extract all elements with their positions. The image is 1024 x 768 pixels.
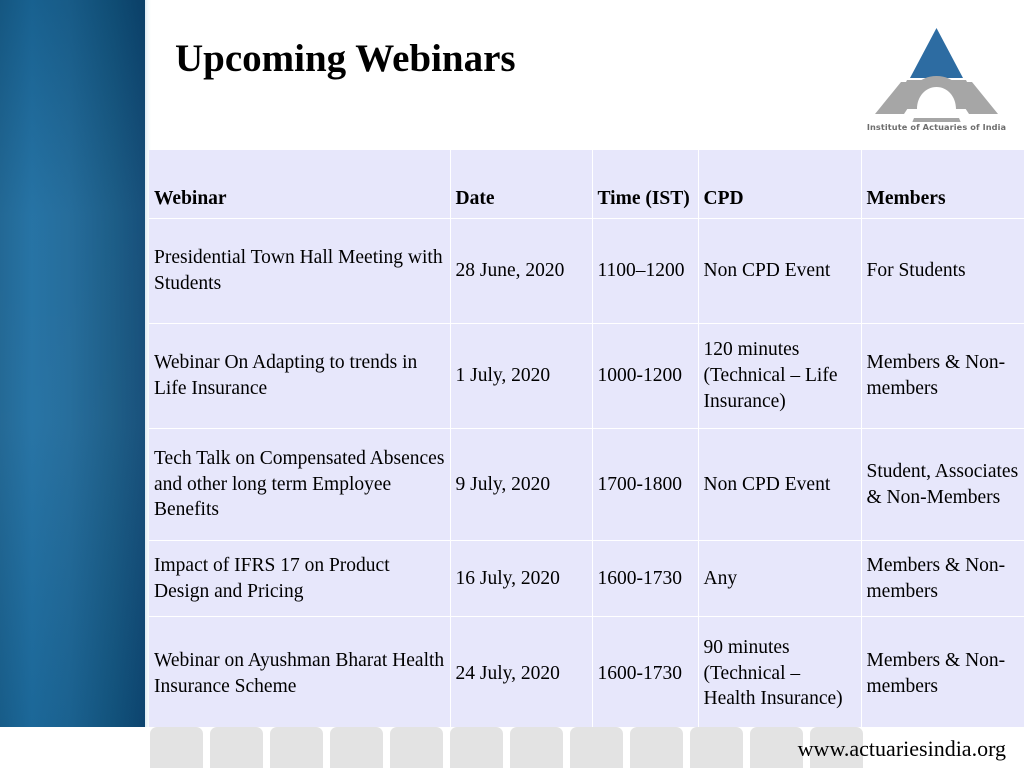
footer-block [330,727,383,768]
cell-date: 16 July, 2020 [450,540,593,617]
cell-date: 24 July, 2020 [450,616,593,731]
footer-block [630,727,683,768]
footer-decorative-blocks [150,727,863,768]
footer-block [450,727,503,768]
cell-webinar: Webinar on Ayushman Bharat Health Insura… [149,616,451,731]
footer-block [510,727,563,768]
column-header-date: Date [450,150,593,219]
table-row: Webinar On Adapting to trends in Life In… [149,323,1024,429]
cell-webinar: Tech Talk on Compensated Absences and ot… [149,428,451,541]
cell-time: 1100–1200 [592,218,699,324]
cell-date: 28 June, 2020 [450,218,593,324]
cell-time: 1600-1730 [592,616,699,731]
cell-cpd: 90 minutes (Technical – Health Insurance… [698,616,862,731]
footer-block [210,727,263,768]
cell-members: Members & Non-members [861,616,1024,731]
footer-block [390,727,443,768]
website-url[interactable]: www.actuariesindia.org [798,736,1006,762]
footer-block [270,727,323,768]
organization-logo: Institute of Actuaries of India [859,14,1014,142]
column-header-members: Members [861,150,1024,219]
slide-canvas: Upcoming Webinars Institute of Actuaries… [0,0,1024,768]
cell-cpd: Non CPD Event [698,428,862,541]
table-row: Presidential Town Hall Meeting with Stud… [149,218,1024,324]
cell-date: 9 July, 2020 [450,428,593,541]
column-header-webinar: Webinar [149,150,451,219]
column-header-time: Time (IST) [592,150,699,219]
cell-webinar: Impact of IFRS 17 on Product Design and … [149,540,451,617]
cell-members: For Students [861,218,1024,324]
table-header-row: Webinar Date Time (IST) CPD Members [149,150,1024,219]
cell-time: 1600-1730 [592,540,699,617]
column-header-cpd: CPD [698,150,862,219]
cell-cpd: Non CPD Event [698,218,862,324]
table-row: Webinar on Ayushman Bharat Health Insura… [149,616,1024,731]
cell-members: Members & Non-members [861,323,1024,429]
cell-members: Members & Non-members [861,540,1024,617]
cell-webinar: Presidential Town Hall Meeting with Stud… [149,218,451,324]
cell-date: 1 July, 2020 [450,323,593,429]
cell-members: Student, Associates & Non-Members [861,428,1024,541]
page-title: Upcoming Webinars [175,37,516,80]
footer-block [150,727,203,768]
cell-time: 1700-1800 [592,428,699,541]
cell-webinar: Webinar On Adapting to trends in Life In… [149,323,451,429]
logo-caption: Institute of Actuaries of India [866,122,1007,132]
table-row: Tech Talk on Compensated Absences and ot… [149,428,1024,541]
iai-triangle-logo-icon [859,14,1014,142]
slide-footer: www.actuariesindia.org [0,727,1024,768]
slide-header: Upcoming Webinars Institute of Actuaries… [151,0,1024,150]
cell-time: 1000-1200 [592,323,699,429]
footer-block [750,727,803,768]
left-decorative-band [0,0,145,768]
table-row: Impact of IFRS 17 on Product Design and … [149,540,1024,617]
cell-cpd: Any [698,540,862,617]
footer-block [690,727,743,768]
upcoming-webinars-table: Webinar Date Time (IST) CPD Members Pres… [149,150,1024,731]
cell-cpd: 120 minutes (Technical – Life Insurance) [698,323,862,429]
footer-block [570,727,623,768]
